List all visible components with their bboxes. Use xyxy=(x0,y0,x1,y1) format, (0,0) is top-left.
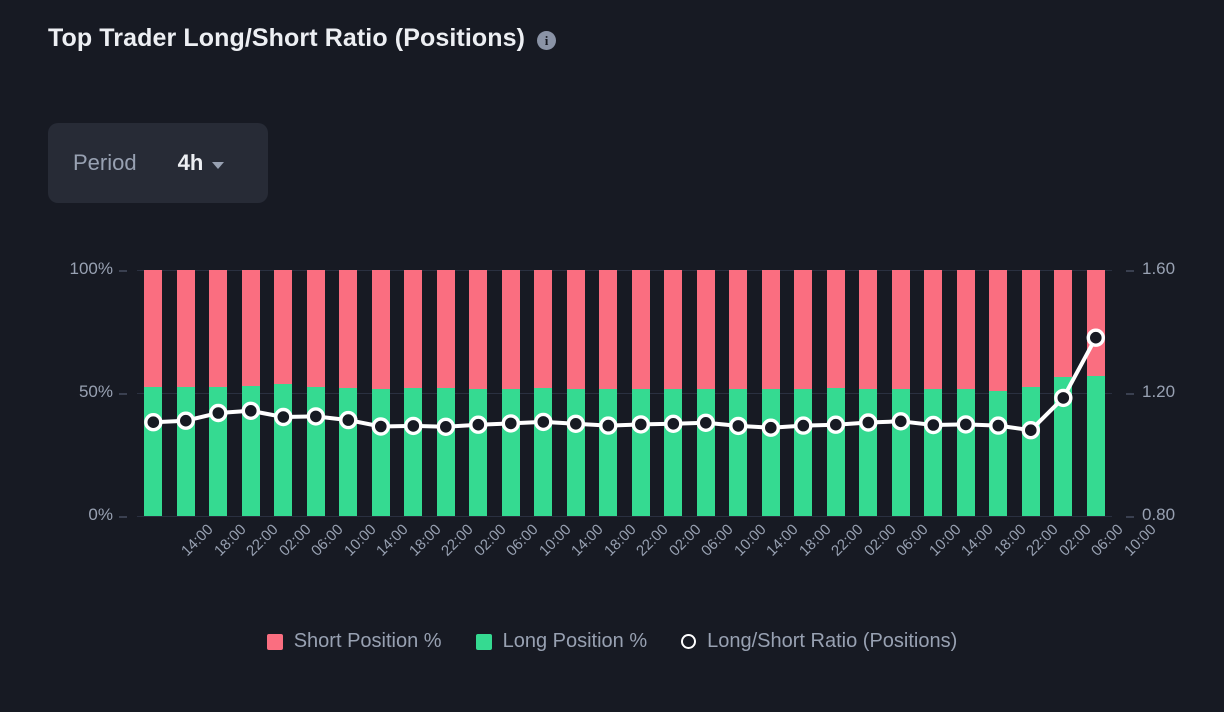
ratio-point[interactable] xyxy=(209,403,228,423)
ratio-point[interactable] xyxy=(826,415,845,434)
ratio-point[interactable] xyxy=(371,417,391,436)
x-axis-tick-label: 10:00 xyxy=(925,521,965,560)
x-axis-tick-label: 10:00 xyxy=(340,521,380,560)
x-axis-tick-label: 14:00 xyxy=(568,521,607,560)
y-axis-left-tickmark xyxy=(119,393,127,395)
chart-card: Top Trader Long/Short Ratio (Positions) … xyxy=(0,0,1224,712)
ratio-point[interactable] xyxy=(339,410,358,430)
x-axis-tick-label: 02:00 xyxy=(470,521,510,560)
x-axis-tick-label: 22:00 xyxy=(633,521,672,560)
ratio-point[interactable] xyxy=(501,414,520,433)
ratio-point[interactable] xyxy=(1054,388,1073,408)
legend-label: Long Position % xyxy=(502,630,648,652)
ratio-point[interactable] xyxy=(1021,420,1040,440)
ratio-point[interactable] xyxy=(891,412,910,431)
x-axis-tick-label: 18:00 xyxy=(405,521,445,560)
ratio-point[interactable] xyxy=(404,416,423,436)
x-axis-tick-label: 18:00 xyxy=(600,521,640,560)
x-axis-tick-label: 02:00 xyxy=(275,521,315,560)
ratio-point[interactable] xyxy=(306,407,326,426)
ratio-point[interactable] xyxy=(696,413,715,433)
legend-label: Long/Short Ratio (Positions) xyxy=(707,630,958,652)
x-axis-tick-label: 02:00 xyxy=(860,521,900,560)
x-axis-tick-label: 02:00 xyxy=(665,521,705,560)
ratio-point[interactable] xyxy=(436,417,455,437)
legend-swatch-icon xyxy=(266,633,283,650)
ratio-point[interactable] xyxy=(664,414,683,434)
ratio-point[interactable] xyxy=(631,415,650,434)
ratio-point[interactable] xyxy=(924,415,943,435)
x-axis-tick-label: 22:00 xyxy=(828,521,867,560)
legend-label: Short Position % xyxy=(293,630,442,652)
x-axis-tick-label: 06:00 xyxy=(893,521,932,560)
x-axis-tick-label: 22:00 xyxy=(243,521,282,560)
y-axis-left-tick: 100% xyxy=(69,259,113,278)
ratio-point[interactable] xyxy=(469,415,488,434)
ratio-point[interactable] xyxy=(761,418,780,437)
ratio-point[interactable] xyxy=(859,413,878,432)
ratio-point[interactable] xyxy=(599,416,618,435)
x-axis-tick-label: 22:00 xyxy=(1023,521,1062,560)
y-axis-left-tick: 0% xyxy=(88,505,113,524)
y-axis-right-tickmark xyxy=(1126,393,1134,395)
legend-item[interactable]: Long Position % xyxy=(475,630,648,653)
chart-area: 0% 50% 100% 0.80 1.20 1.60 14:00 18:00 22:00 02… xyxy=(0,0,1224,712)
ratio-point[interactable] xyxy=(144,412,163,432)
legend-item[interactable]: Long/Short Ratio (Positions) xyxy=(681,630,957,653)
x-axis-tick-label: 02:00 xyxy=(1055,521,1095,560)
y-axis-right-tick: 1.60 xyxy=(1142,259,1176,278)
x-axis-tick-label: 06:00 xyxy=(1088,521,1127,560)
legend-swatch-icon xyxy=(475,633,492,650)
y-axis-right-tick: 1.20 xyxy=(1142,382,1176,401)
ratio-point[interactable] xyxy=(989,416,1008,435)
ratio-point[interactable] xyxy=(534,412,553,432)
x-axis-tick-label: 18:00 xyxy=(990,521,1030,560)
y-axis-right-tickmark xyxy=(1126,516,1134,518)
legend-ring-icon xyxy=(681,634,697,649)
x-axis-tick-label: 06:00 xyxy=(503,521,542,560)
x-axis-tick-label: 22:00 xyxy=(438,521,477,560)
plot-area xyxy=(137,270,1112,517)
y-axis-right-tickmark xyxy=(1126,270,1134,272)
chart-legend: Short Position % Long Position % Long/Shor… xyxy=(0,630,1224,653)
x-axis-tick-label: 10:00 xyxy=(730,521,770,560)
x-axis-tick-label: 06:00 xyxy=(698,521,737,560)
x-axis-tick-label: 14:00 xyxy=(763,521,802,560)
ratio-point[interactable] xyxy=(274,407,293,427)
y-axis-left-tickmark xyxy=(119,516,127,518)
x-axis-tick-label: 14:00 xyxy=(958,521,997,560)
y-axis-left-tick: 50% xyxy=(78,382,113,401)
legend-item[interactable]: Short Position % xyxy=(266,630,442,653)
ratio-line-layer xyxy=(144,328,1105,440)
gridline xyxy=(137,516,1112,517)
x-axis-tick-label: 10:00 xyxy=(1120,521,1160,560)
y-axis-left-tickmark xyxy=(119,270,127,272)
x-axis-tick-label: 14:00 xyxy=(178,521,217,560)
x-axis-tick-label: 14:00 xyxy=(373,521,412,560)
ratio-point[interactable] xyxy=(794,416,813,435)
x-axis-labels: 14:00 18:00 22:00 02:00 06:00 10:00 14:00 18:00… xyxy=(137,521,1159,601)
x-axis-tick-label: 10:00 xyxy=(535,521,575,560)
x-axis-tick-label: 18:00 xyxy=(795,521,835,560)
ratio-point[interactable] xyxy=(566,414,585,434)
x-axis-tick-label: 06:00 xyxy=(308,521,347,560)
ratio-line xyxy=(151,335,1098,433)
ratio-point[interactable] xyxy=(176,411,195,430)
ratio-point[interactable] xyxy=(729,416,748,436)
ratio-point[interactable] xyxy=(956,415,975,434)
ratio-point[interactable] xyxy=(241,401,261,421)
x-axis-tick-label: 18:00 xyxy=(210,521,250,560)
ratio-point[interactable] xyxy=(1086,328,1105,347)
